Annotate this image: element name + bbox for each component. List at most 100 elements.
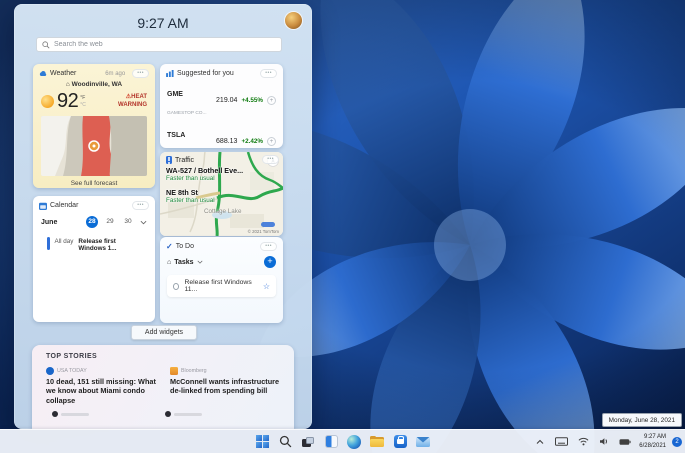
microsoft-store-button[interactable] bbox=[392, 433, 409, 450]
stock-price: 219.04 bbox=[216, 97, 238, 104]
battery-icon bbox=[619, 438, 631, 445]
weather-icon bbox=[39, 70, 47, 76]
taskbar: 9:27 AM 6/28/2021 2 bbox=[0, 429, 685, 453]
search-icon bbox=[279, 435, 291, 448]
stock-name: GAMESTOP CO... bbox=[167, 110, 207, 116]
web-search-bar[interactable] bbox=[36, 37, 282, 52]
stocks-more-button[interactable]: ••• bbox=[260, 69, 277, 78]
mail-button[interactable] bbox=[415, 433, 432, 450]
heat-warning-badge: ⚠HEAT WARNING bbox=[118, 94, 147, 108]
widgets-button[interactable] bbox=[323, 433, 340, 450]
story-source-placeholder bbox=[174, 412, 202, 416]
traffic-route-status: Faster than usual bbox=[166, 197, 215, 204]
calendar-event[interactable]: All day Release first Windows 1... bbox=[33, 230, 155, 252]
story-logo-icon bbox=[165, 411, 171, 418]
calendar-title: Calendar bbox=[50, 202, 79, 209]
location-icon: ⌂ bbox=[65, 81, 70, 88]
news-story-card[interactable]: Bloomberg McConnell wants infrastructure… bbox=[170, 367, 280, 405]
traffic-route-status: Faster than usual bbox=[166, 175, 215, 182]
news-story-card-partial[interactable] bbox=[165, 411, 202, 418]
calendar-date[interactable]: 29 bbox=[104, 216, 116, 228]
volume-icon bbox=[600, 438, 608, 445]
star-icon[interactable]: ☆ bbox=[263, 282, 270, 291]
story-logo-icon bbox=[52, 411, 58, 418]
traffic-route-name: WA-527 / Bothell Eve... bbox=[166, 166, 244, 175]
unit-toggle[interactable]: °F °C bbox=[80, 95, 86, 108]
event-color-bar bbox=[47, 237, 50, 250]
weather-updated: 6m ago bbox=[105, 70, 126, 77]
add-to-watchlist-button[interactable]: + bbox=[267, 137, 276, 146]
notification-count-badge[interactable]: 2 bbox=[672, 436, 682, 447]
chevron-down-icon[interactable] bbox=[140, 220, 147, 225]
map-copyright: © 2021 TomTom bbox=[247, 229, 279, 234]
story-source: Bloomberg bbox=[181, 368, 207, 374]
usa-today-logo-icon bbox=[46, 367, 54, 375]
todo-more-button[interactable]: ••• bbox=[260, 242, 277, 251]
todo-list-selector[interactable]: Tasks bbox=[174, 259, 193, 266]
stock-change: +2.42% bbox=[241, 138, 263, 145]
battery-button[interactable] bbox=[617, 436, 633, 448]
weather-forecast-link[interactable]: See full forecast bbox=[33, 176, 155, 187]
start-button[interactable] bbox=[254, 433, 271, 450]
weather-alert-map[interactable] bbox=[41, 116, 147, 176]
network-button[interactable] bbox=[576, 435, 591, 448]
todo-widget[interactable]: ✓ To Do ••• ⌂ Tasks + Release first Wind… bbox=[160, 237, 283, 323]
touch-keyboard-icon bbox=[555, 437, 569, 446]
map-place-label: Cottage Lake bbox=[204, 208, 242, 215]
add-widgets-button[interactable]: Add widgets bbox=[131, 325, 197, 340]
traffic-icon bbox=[166, 156, 172, 164]
taskbar-search-button[interactable] bbox=[277, 433, 294, 450]
todo-title: To Do bbox=[175, 243, 194, 250]
volume-button[interactable] bbox=[597, 435, 611, 448]
traffic-widget[interactable]: Traffic WA-527 / Bothell Eve... Faster t… bbox=[160, 152, 283, 236]
weather-temperature: 92 bbox=[57, 90, 79, 112]
calendar-icon bbox=[39, 202, 47, 210]
traffic-route-name: NE 8th St bbox=[166, 188, 198, 197]
calendar-more-button[interactable]: ••• bbox=[132, 201, 149, 210]
panel-clock: 9:27 AM bbox=[137, 15, 189, 31]
bloomberg-logo-icon bbox=[170, 367, 178, 375]
news-story-card[interactable]: USA TODAY 10 dead, 151 still missing: Wh… bbox=[46, 367, 156, 405]
taskbar-clock[interactable]: 9:27 AM 6/28/2021 bbox=[639, 433, 666, 449]
stocks-widget[interactable]: Suggested for you ••• GME GAMESTOP CO...… bbox=[160, 64, 283, 148]
calendar-widget[interactable]: Calendar ••• June 28 29 30 All day Relea… bbox=[33, 196, 155, 322]
mail-icon bbox=[416, 436, 430, 447]
edge-icon bbox=[347, 434, 361, 449]
stock-change: +4.55% bbox=[241, 97, 263, 104]
traffic-more-button[interactable]: ••• bbox=[262, 155, 279, 164]
user-avatar[interactable] bbox=[285, 12, 302, 29]
weather-widget[interactable]: Weather 6m ago ••• ⌂ Woodinville, WA 92 … bbox=[33, 64, 155, 188]
tray-date: 6/28/2021 bbox=[639, 442, 666, 449]
todo-check-icon: ✓ bbox=[166, 242, 173, 251]
news-story-card-partial[interactable] bbox=[52, 411, 89, 418]
widgets-panel: 9:27 AM Weather 6m ago ••• ⌂ Woodinville… bbox=[14, 4, 312, 429]
task-title: Release first Windows 11... bbox=[184, 279, 252, 293]
route-badge bbox=[261, 222, 275, 227]
edge-browser-button[interactable] bbox=[346, 433, 363, 450]
tray-time: 9:27 AM bbox=[643, 434, 666, 441]
task-view-button[interactable] bbox=[300, 433, 317, 450]
calendar-date[interactable]: 30 bbox=[122, 216, 134, 228]
stock-symbol: GME bbox=[167, 90, 183, 98]
touch-keyboard-button[interactable] bbox=[553, 435, 570, 448]
story-headline: 10 dead, 151 still missing: What we know… bbox=[46, 377, 156, 405]
show-hidden-icons-button[interactable] bbox=[533, 436, 547, 448]
search-input[interactable] bbox=[54, 41, 276, 48]
add-to-watchlist-button[interactable]: + bbox=[267, 96, 276, 105]
wifi-icon bbox=[578, 437, 589, 446]
story-source: USA TODAY bbox=[57, 368, 87, 374]
stocks-chart-icon bbox=[166, 70, 174, 77]
task-complete-checkbox[interactable] bbox=[173, 282, 180, 290]
chevron-up-icon bbox=[536, 439, 544, 444]
calendar-date-selected[interactable]: 28 bbox=[86, 216, 98, 228]
file-explorer-button[interactable] bbox=[369, 433, 386, 450]
widgets-icon bbox=[324, 435, 338, 448]
add-task-button[interactable]: + bbox=[264, 256, 276, 268]
chevron-down-icon[interactable] bbox=[197, 260, 203, 264]
story-source-placeholder bbox=[61, 412, 89, 416]
stock-row-tsla[interactable]: TSLA TESLA, INC. 688.13 +2.42% + bbox=[160, 121, 283, 148]
weather-more-button[interactable]: ••• bbox=[132, 69, 149, 78]
todo-task-row[interactable]: Release first Windows 11... ☆ bbox=[167, 275, 276, 297]
date-tooltip: Monday, June 28, 2021 bbox=[601, 413, 682, 427]
stock-row-gme[interactable]: GME GAMESTOP CO... 219.04 +4.55% + bbox=[160, 80, 283, 121]
